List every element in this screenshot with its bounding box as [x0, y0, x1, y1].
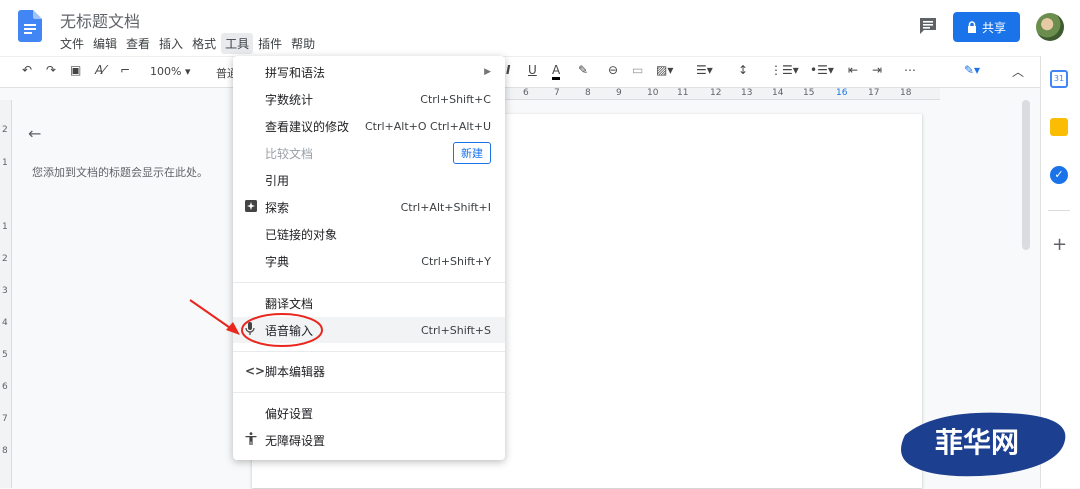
- annotation-arrow: [189, 299, 240, 335]
- annotation-ellipse: [241, 313, 323, 347]
- watermark-text: 菲华网: [935, 426, 1020, 459]
- watermark-logo: 菲华网: [895, 405, 1075, 485]
